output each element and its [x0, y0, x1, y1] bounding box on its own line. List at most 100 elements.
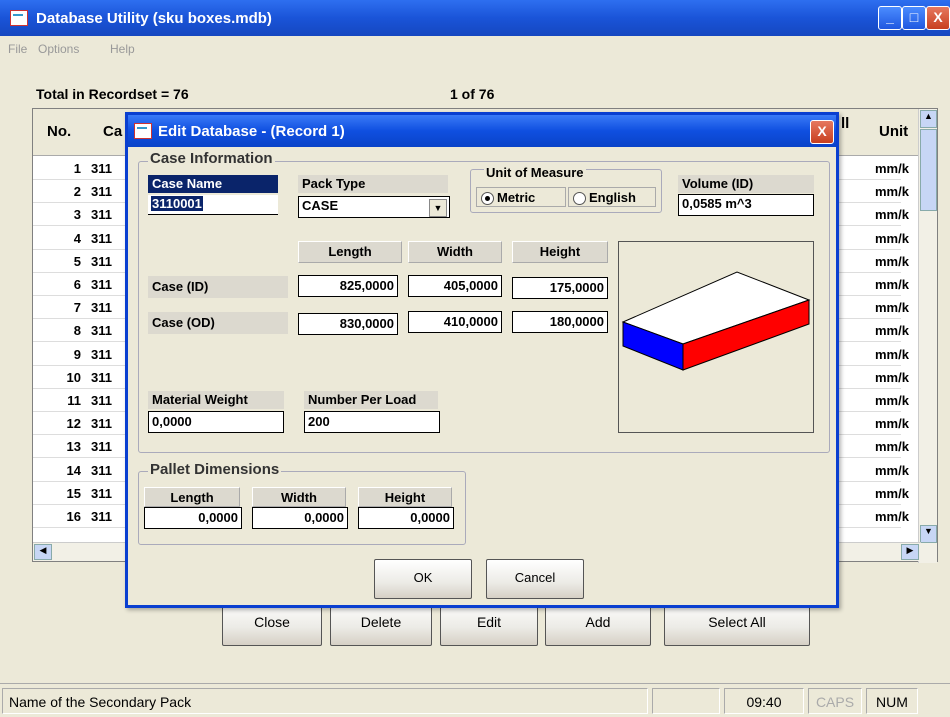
- row-unit: mm/k: [875, 184, 909, 200]
- row-case-name: 311: [91, 184, 112, 200]
- dialog-title-bar: Edit Database - (Record 1) X: [128, 115, 836, 147]
- case-3d-preview: [618, 241, 814, 433]
- pallet-height-field[interactable]: 0,0000: [358, 507, 454, 529]
- cancel-button[interactable]: Cancel: [486, 559, 584, 599]
- main-title-bar: Database Utility (sku boxes.mdb) _ □ X: [0, 0, 950, 36]
- row-unit: mm/k: [875, 323, 909, 339]
- row-number: 14: [66, 462, 81, 478]
- arrow-left-icon[interactable]: ◀: [34, 544, 52, 560]
- status-caps: CAPS: [808, 688, 862, 714]
- row-number: 8: [73, 323, 81, 339]
- status-empty-panel: [652, 688, 720, 714]
- row-number: 4: [73, 230, 81, 246]
- row-case-name: 311: [91, 161, 112, 176]
- pallet-length-label: Length: [144, 487, 240, 507]
- row-unit: mm/k: [875, 253, 909, 269]
- record-position-label: 1 of 76: [450, 86, 495, 102]
- chevron-down-icon[interactable]: ▼: [429, 199, 447, 217]
- status-bar: Name of the Secondary Pack 09:40 CAPS NU…: [0, 683, 950, 717]
- row-number: 10: [66, 369, 81, 385]
- window-title: Database Utility (sku boxes.mdb): [36, 10, 272, 27]
- row-case-name: 311: [91, 485, 112, 501]
- pallet-dimensions-label: Pallet Dimensions: [148, 461, 282, 478]
- width-header: Width: [408, 241, 502, 263]
- english-option[interactable]: English: [568, 187, 656, 207]
- pallet-length-field[interactable]: 0,0000: [144, 507, 242, 529]
- menu-bar: File Options Help: [0, 36, 950, 60]
- row-number: 12: [66, 416, 81, 432]
- pack-type-select[interactable]: CASE ▼: [298, 196, 450, 218]
- row-unit: mm/k: [875, 161, 909, 176]
- row-number: 5: [73, 253, 81, 269]
- number-per-load-label: Number Per Load: [304, 391, 438, 409]
- case-id-height-field[interactable]: 175,0000: [512, 277, 608, 299]
- row-case-name: 311: [91, 393, 112, 408]
- case-id-width-field[interactable]: 405,0000: [408, 275, 502, 297]
- row-case-name: 311: [91, 253, 112, 269]
- arrow-up-icon[interactable]: ▲: [920, 110, 937, 128]
- status-num: NUM: [866, 688, 918, 714]
- case-id-label: Case (ID): [148, 276, 288, 298]
- menu-help[interactable]: Help: [110, 42, 135, 56]
- metric-radio[interactable]: [481, 192, 494, 205]
- row-case-name: 311: [91, 439, 112, 455]
- row-number: 11: [67, 393, 81, 408]
- case-od-length-field[interactable]: 830,0000: [298, 313, 398, 335]
- menu-file[interactable]: File: [8, 42, 27, 56]
- dialog-app-icon: [134, 123, 152, 139]
- row-unit: mm/k: [875, 369, 909, 385]
- menu-options[interactable]: Options: [38, 42, 79, 56]
- minimize-button[interactable]: _: [878, 6, 902, 30]
- column-header-no[interactable]: No.: [33, 109, 92, 156]
- row-unit: mm/k: [875, 277, 909, 292]
- arrow-down-icon[interactable]: ▼: [920, 525, 937, 543]
- dialog-close-button[interactable]: X: [810, 120, 834, 144]
- case-information-label: Case Information: [148, 150, 275, 167]
- edit-database-dialog: Edit Database - (Record 1) X Case Inform…: [125, 112, 839, 608]
- maximize-button[interactable]: □: [902, 6, 926, 30]
- row-unit: mm/k: [875, 439, 909, 455]
- close-window-button[interactable]: X: [926, 6, 950, 30]
- row-number: 7: [73, 300, 81, 316]
- row-case-name: 311: [91, 230, 112, 246]
- volume-label: Volume (ID): [678, 175, 814, 193]
- row-case-name: 311: [91, 207, 112, 223]
- english-radio[interactable]: [573, 192, 586, 205]
- row-unit: mm/k: [875, 393, 909, 408]
- row-case-name: 311: [91, 369, 112, 385]
- pallet-width-field[interactable]: 0,0000: [252, 507, 348, 529]
- case-id-length-field[interactable]: 825,0000: [298, 275, 398, 297]
- row-number: 3: [73, 207, 81, 223]
- box-3d-graphic: [621, 271, 811, 371]
- record-count-label: Total in Recordset = 76: [36, 86, 189, 102]
- case-name-label: Case Name: [148, 175, 278, 193]
- row-case-name: 311: [91, 323, 112, 339]
- row-unit: mm/k: [875, 230, 909, 246]
- scroll-thumb[interactable]: [920, 129, 937, 211]
- material-weight-field[interactable]: 0,0000: [148, 411, 284, 433]
- volume-field[interactable]: 0,0585 m^3: [678, 194, 814, 216]
- material-weight-label: Material Weight: [148, 391, 284, 409]
- row-number: 6: [73, 277, 81, 292]
- row-unit: mm/k: [875, 485, 909, 501]
- row-unit: mm/k: [875, 462, 909, 478]
- ok-button[interactable]: OK: [374, 559, 472, 599]
- row-unit: mm/k: [875, 416, 909, 432]
- pallet-width-label: Width: [252, 487, 346, 507]
- pallet-height-label: Height: [358, 487, 452, 507]
- number-per-load-field[interactable]: 200: [304, 411, 440, 433]
- row-unit: mm/k: [875, 207, 909, 223]
- row-number: 1: [73, 161, 81, 176]
- case-od-height-field[interactable]: 180,0000: [512, 311, 608, 333]
- row-unit: mm/k: [875, 346, 909, 362]
- metric-option[interactable]: Metric: [476, 187, 566, 207]
- row-number: 13: [66, 439, 81, 455]
- height-header: Height: [512, 241, 608, 263]
- vertical-scrollbar[interactable]: ▲ ▼: [918, 109, 937, 563]
- case-name-field[interactable]: 3110001: [148, 195, 278, 215]
- column-header-unit[interactable]: Unit: [869, 109, 922, 156]
- arrow-right-icon[interactable]: ▶: [901, 544, 919, 560]
- case-od-width-field[interactable]: 410,0000: [408, 311, 502, 333]
- row-case-name: 311: [91, 462, 112, 478]
- app-icon: [10, 10, 28, 26]
